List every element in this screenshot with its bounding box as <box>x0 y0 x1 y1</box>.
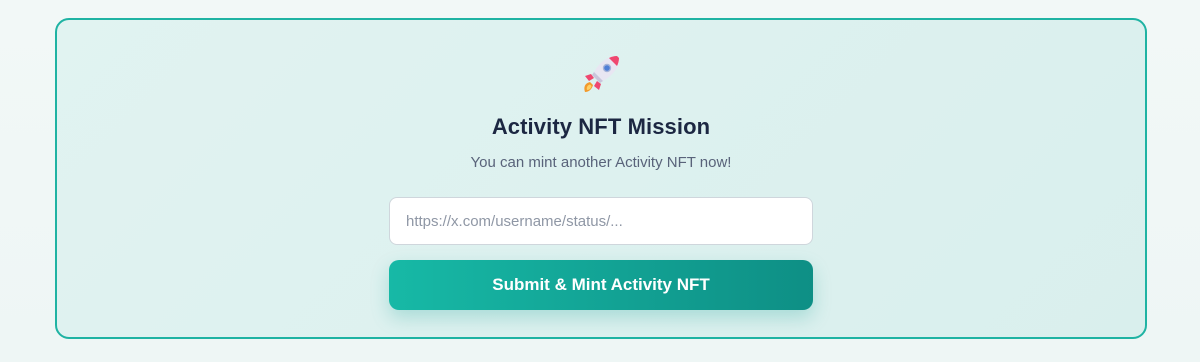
page-title: Activity NFT Mission <box>491 114 711 139</box>
status-message: You can mint another Activity NFT now! <box>470 154 732 171</box>
tweet-url-input[interactable] <box>389 197 813 245</box>
rocket-icon <box>577 50 625 98</box>
mission-card: Activity NFT Mission You can mint anothe… <box>55 18 1147 339</box>
submit-mint-button[interactable]: Submit & Mint Activity NFT <box>389 260 813 310</box>
